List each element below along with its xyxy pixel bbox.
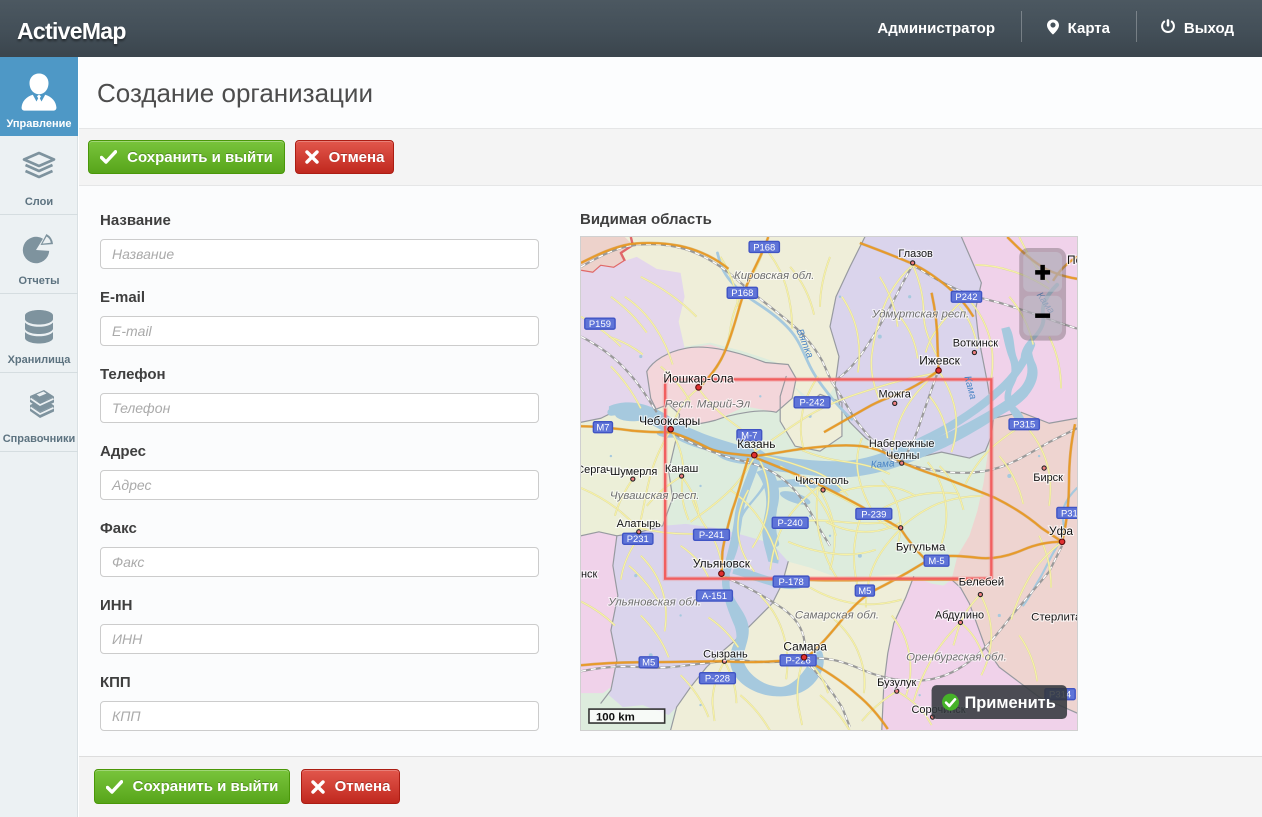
svg-text:M5: M5: [858, 586, 871, 597]
svg-text:P-242: P-242: [799, 398, 824, 409]
svg-text:Самара: Самара: [783, 639, 827, 653]
svg-text:Чистополь: Чистополь: [795, 475, 849, 487]
svg-text:Чувашская респ.: Чувашская респ.: [610, 490, 700, 502]
svg-text:Воткинск: Воткинск: [953, 338, 999, 350]
svg-text:M-5: M-5: [928, 556, 944, 567]
svg-text:Канаш: Канаш: [665, 463, 699, 475]
svg-text:Ижевск: Ижевск: [919, 353, 960, 367]
svg-text:нск: нск: [581, 569, 598, 581]
svg-text:A-151: A-151: [702, 591, 727, 602]
svg-text:Можга: Можга: [879, 388, 912, 400]
svg-text:Стерлитамак: Стерлитамак: [1031, 611, 1078, 623]
svg-text:P315: P315: [1061, 508, 1078, 519]
svg-text:Ульяновская обл.: Ульяновская обл.: [607, 597, 701, 609]
svg-text:Кировская обл.: Кировская обл.: [734, 270, 814, 282]
svg-text:Сызрань: Сызрань: [703, 648, 748, 660]
svg-text:Удмуртская респ.: Удмуртская респ.: [871, 309, 969, 321]
svg-text:Респ. Марий-Эл: Респ. Марий-Эл: [665, 398, 751, 410]
svg-text:Уфа: Уфа: [1049, 524, 1073, 538]
svg-text:Абдулино: Абдулино: [935, 609, 984, 621]
svg-text:P242: P242: [955, 292, 977, 303]
svg-text:P231: P231: [627, 534, 649, 545]
svg-text:Алатырь: Алатырь: [617, 518, 661, 530]
svg-text:M7: M7: [596, 423, 609, 434]
svg-text:Сергач: Сергач: [580, 464, 612, 476]
svg-text:P-228: P-228: [705, 674, 730, 685]
svg-text:P159: P159: [589, 319, 611, 330]
svg-text:P-178: P-178: [779, 577, 804, 588]
svg-text:Челны: Челны: [886, 450, 919, 462]
svg-text:Бузулук: Бузулук: [877, 677, 916, 689]
svg-text:Белебей: Белебей: [959, 577, 1005, 589]
svg-text:P-241: P-241: [699, 530, 724, 541]
svg-text:Казань: Казань: [737, 437, 775, 451]
svg-text:M5: M5: [642, 658, 655, 669]
svg-text:Бугульма: Бугульма: [896, 542, 946, 554]
svg-text:P168: P168: [731, 288, 753, 299]
svg-text:P-240: P-240: [778, 518, 803, 529]
svg-text:P-239: P-239: [861, 509, 886, 520]
svg-text:100 km: 100 km: [596, 712, 635, 724]
svg-text:Глазов: Глазов: [898, 248, 933, 260]
svg-text:P315: P315: [1013, 420, 1035, 431]
svg-text:Самарская обл.: Самарская обл.: [795, 609, 879, 621]
svg-text:Оренбургская обл.: Оренбургская обл.: [906, 651, 1007, 663]
svg-text:Набережные: Набережные: [869, 438, 935, 450]
svg-text:Бирск: Бирск: [1033, 472, 1063, 484]
svg-text:Ульяновск: Ульяновск: [693, 557, 751, 571]
svg-text:Применить: Применить: [964, 694, 1055, 712]
svg-text:P168: P168: [753, 242, 775, 253]
svg-text:Пермь: Пермь: [1067, 253, 1078, 267]
svg-text:Чебоксары: Чебоксары: [639, 414, 700, 428]
svg-text:Шумерля: Шумерля: [610, 466, 657, 478]
svg-text:Йошкар-Ола: Йошкар-Ола: [663, 370, 734, 385]
